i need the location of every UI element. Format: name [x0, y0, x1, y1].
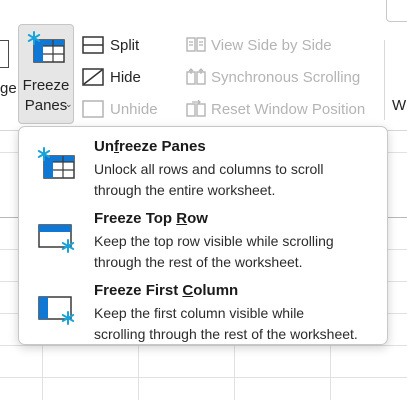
freeze-panes-menu: Unfreeze Panes Unlock all rows and colum…	[18, 126, 388, 345]
split-button[interactable]: Split	[82, 36, 139, 54]
freeze-top-row-icon	[38, 224, 75, 253]
unhide-icon	[82, 100, 104, 118]
view-side-by-side-icon	[186, 37, 206, 52]
view-side-by-side-button[interactable]: View Side by Side	[186, 36, 332, 54]
freeze-panes-button[interactable]: Freeze Panes ⌄	[18, 24, 74, 124]
synchronous-scrolling-label: Synchronous Scrolling	[211, 68, 361, 86]
menu-item-title: Freeze Top Row	[94, 210, 208, 227]
hide-icon	[82, 68, 104, 86]
title-strip	[0, 0, 407, 22]
menu-item-description: Keep the first column visible while scro…	[94, 305, 358, 342]
menu-item-description: Unlock all rows and columns to scroll th…	[94, 161, 324, 198]
reset-window-position-label: Reset Window Position	[211, 100, 366, 118]
ribbon-tab-edge[interactable]	[386, 0, 407, 22]
synchronous-scrolling-button[interactable]: Synchronous Scrolling	[186, 68, 360, 86]
menu-item-unfreeze-panes[interactable]: Unfreeze Panes Unlock all rows and colum…	[19, 129, 387, 198]
freeze-panes-label-line1: Freeze	[22, 77, 70, 94]
menu-item-title: Unfreeze Panes	[94, 138, 206, 155]
next-group-label[interactable]: W	[392, 97, 406, 114]
menu-item-freeze-first-column[interactable]: Freeze First Column Keep the first colum…	[19, 273, 387, 342]
unhide-label: Unhide	[110, 100, 158, 118]
split-icon	[82, 36, 104, 54]
menu-item-title: Freeze First Column	[94, 282, 239, 299]
hide-button[interactable]: Hide	[82, 68, 141, 86]
chevron-down-icon: ⌄	[65, 99, 73, 109]
group-separator	[384, 40, 385, 120]
reset-window-position-button[interactable]: Reset Window Position	[186, 100, 365, 118]
freeze-panes-icon	[27, 31, 65, 63]
synchronous-scrolling-icon	[186, 68, 206, 85]
reset-window-position-icon	[186, 100, 206, 117]
previous-button-label[interactable]: ge	[0, 80, 17, 97]
split-label: Split	[110, 36, 140, 54]
hide-label: Hide	[110, 68, 141, 86]
menu-item-description: Keep the top row visible while scrolling…	[94, 233, 334, 270]
unfreeze-panes-icon	[37, 147, 75, 179]
unhide-button[interactable]: Unhide	[82, 100, 158, 118]
previous-button-icon[interactable]	[0, 40, 9, 68]
view-side-by-side-label: View Side by Side	[211, 36, 332, 54]
freeze-first-column-icon	[38, 296, 75, 325]
menu-item-freeze-top-row[interactable]: Freeze Top Row Keep the top row visible …	[19, 201, 387, 270]
